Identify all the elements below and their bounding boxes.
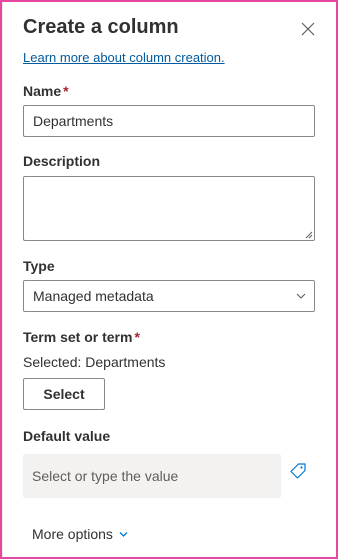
term-set-label: Term set or term * bbox=[23, 329, 140, 345]
term-set-selected: Selected: Departments bbox=[23, 354, 166, 370]
description-field[interactable] bbox=[23, 176, 315, 241]
description-label: Description bbox=[23, 153, 101, 169]
chevron-down-icon bbox=[119, 532, 128, 537]
name-field[interactable]: Departments bbox=[23, 105, 315, 137]
chevron-down-icon bbox=[296, 293, 306, 299]
default-value-label: Default value bbox=[23, 428, 111, 444]
type-label: Type bbox=[23, 258, 55, 274]
required-mark: * bbox=[134, 329, 140, 345]
create-column-panel: Create a column Learn more about column … bbox=[2, 2, 336, 557]
learn-more-link[interactable]: Learn more about column creation. bbox=[23, 50, 225, 65]
name-label-text: Name bbox=[23, 83, 62, 99]
more-options-label: More options bbox=[32, 526, 113, 542]
required-mark: * bbox=[63, 83, 69, 99]
term-set-label-text: Term set or term bbox=[23, 329, 133, 345]
panel-title: Create a column bbox=[23, 16, 179, 38]
close-icon[interactable] bbox=[301, 22, 315, 36]
select-term-button[interactable]: Select bbox=[23, 378, 105, 410]
more-options-toggle[interactable]: More options bbox=[32, 526, 128, 542]
type-selected-value: Managed metadata bbox=[33, 288, 154, 304]
name-label: Name * bbox=[23, 83, 69, 99]
type-dropdown[interactable]: Managed metadata bbox=[23, 280, 315, 312]
default-value-input[interactable]: Select or type the value bbox=[23, 454, 281, 498]
tag-icon[interactable] bbox=[289, 462, 307, 480]
resize-grip-icon[interactable] bbox=[305, 231, 313, 239]
